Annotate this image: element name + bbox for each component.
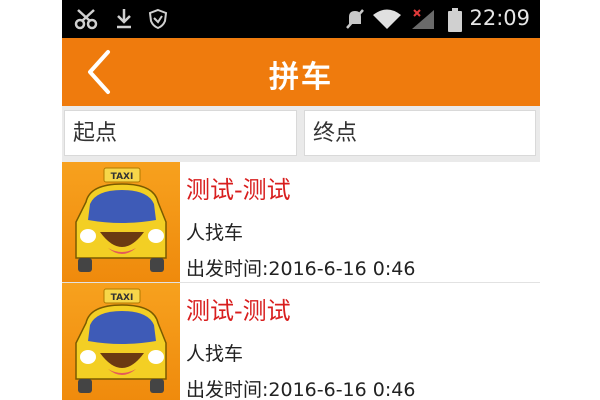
battery-icon <box>448 8 462 32</box>
download-icon <box>117 9 131 29</box>
wifi-icon <box>373 9 401 29</box>
trip-list: TAXI 测试-测试 人找车 出发时间:2016-6-16 0:46 TAXI … <box>62 162 540 400</box>
trip-name: 测试-测试 <box>186 297 291 325</box>
trip-departure-time: 出发时间:2016-6-16 0:46 <box>186 258 416 280</box>
status-time: 22:09 <box>469 6 530 30</box>
shield-icon <box>148 8 168 30</box>
svg-text:TAXI: TAXI <box>111 293 134 303</box>
phone-screen: 22:09 拼车 TAXI <box>62 0 540 400</box>
trip-list-item[interactable]: TAXI 测试-测试 人找车 出发时间:2016-6-16 0:46 <box>62 283 540 400</box>
svg-text:TAXI: TAXI <box>111 172 134 182</box>
start-point-input[interactable] <box>64 110 297 156</box>
page-title: 拼车 <box>269 60 333 95</box>
mute-icon <box>346 9 364 29</box>
taxi-icon: TAXI <box>75 167 167 272</box>
trip-name: 测试-测试 <box>186 176 291 204</box>
trip-type: 人找车 <box>186 343 244 365</box>
no-signal-icon <box>412 9 434 29</box>
trip-thumbnail: TAXI <box>62 283 180 400</box>
end-point-input[interactable] <box>304 110 536 156</box>
trip-list-item[interactable]: TAXI 测试-测试 人找车 出发时间:2016-6-16 0:46 <box>62 162 540 283</box>
route-search-row <box>62 106 540 162</box>
trip-type: 人找车 <box>186 222 244 244</box>
trip-thumbnail: TAXI <box>62 162 180 282</box>
app-bar: 拼车 <box>62 38 540 106</box>
status-bar: 22:09 <box>62 0 540 38</box>
trip-departure-time: 出发时间:2016-6-16 0:46 <box>186 379 416 400</box>
scissors-icon <box>74 9 98 30</box>
taxi-icon: TAXI <box>75 288 167 393</box>
